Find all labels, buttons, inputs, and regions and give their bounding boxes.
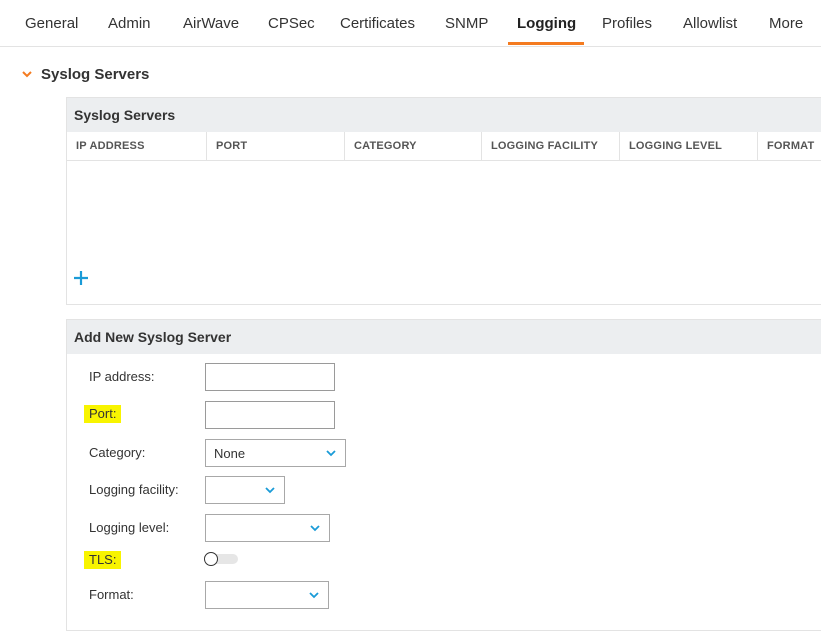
tab-certificates[interactable]: Certificates [340,15,415,32]
port-label-highlight: Port: [84,405,122,423]
tab-logging[interactable]: Logging [517,15,576,32]
active-tab-indicator [508,42,584,45]
logging-level-label: Logging level: [89,520,170,535]
section-title: Syslog Servers [41,65,150,83]
column-logging-facility[interactable]: LOGGING FACILITY [482,132,620,160]
format-label: Format: [89,587,134,602]
chevron-down-icon [20,67,34,81]
column-ip-address[interactable]: IP ADDRESS [67,132,207,160]
tab-cpsec[interactable]: CPSec [268,15,315,32]
category-label: Category: [89,445,146,460]
table-title: Syslog Servers [67,98,821,132]
tls-toggle[interactable] [204,552,238,566]
tab-admin[interactable]: Admin [108,15,151,32]
chevron-down-icon [265,487,275,494]
add-syslog-server-panel: Add New Syslog Server [66,319,821,631]
chevron-down-icon [326,450,336,457]
tab-airwave[interactable]: AirWave [183,15,239,32]
chevron-down-icon [310,525,320,532]
logging-level-select[interactable] [205,514,330,542]
form-title: Add New Syslog Server [67,320,821,354]
tls-toggle-knob [204,552,218,566]
add-server-button[interactable] [73,270,89,286]
column-category[interactable]: CATEGORY [345,132,482,160]
syslog-servers-section-toggle[interactable]: Syslog Servers [20,64,149,84]
column-format[interactable]: FORMAT [758,132,821,160]
tls-label: TLS: [84,551,122,569]
column-port[interactable]: PORT [207,132,345,160]
table-header-row: IP ADDRESS PORT CATEGORY LOGGING FACILIT… [67,132,821,161]
logging-facility-label: Logging facility: [89,482,179,497]
chevron-down-icon [309,592,319,599]
column-logging-level[interactable]: LOGGING LEVEL [620,132,758,160]
tls-label-highlight: TLS: [84,551,122,569]
tab-general[interactable]: General [25,15,78,32]
ip-address-label: IP address: [89,369,155,384]
tab-profiles[interactable]: Profiles [602,15,652,32]
tab-allowlist[interactable]: Allowlist [683,15,737,32]
category-selected-value: None [214,446,246,461]
syslog-servers-table: Syslog Servers IP ADDRESS PORT CATEGORY … [66,97,821,305]
tab-snmp[interactable]: SNMP [445,15,488,32]
top-tab-bar: General Admin AirWave CPSec Certificates… [0,0,821,47]
port-label: Port: [84,405,122,423]
format-select[interactable] [205,581,329,609]
ip-address-input[interactable] [205,363,335,391]
plus-icon [74,271,88,285]
logging-facility-select[interactable] [205,476,285,504]
tab-more[interactable]: More [769,15,803,32]
port-input[interactable] [205,401,335,429]
category-select[interactable]: None [205,439,346,467]
